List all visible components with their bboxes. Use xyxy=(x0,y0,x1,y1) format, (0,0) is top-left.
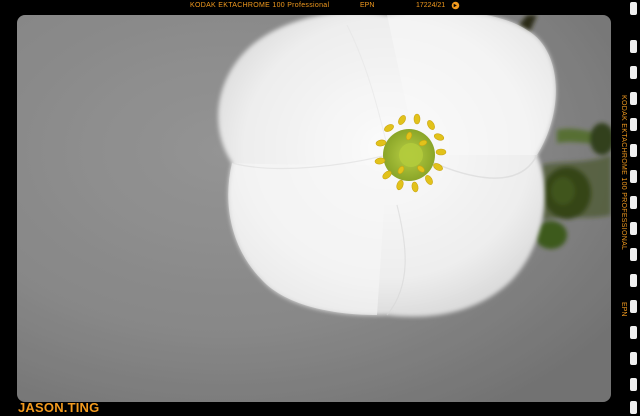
film-code-label: EPN xyxy=(360,2,375,9)
sprocket-hole xyxy=(630,401,637,414)
sprocket-hole xyxy=(630,248,637,261)
side-stock-label: KODAK EKTACHROME 100 PROFESSIONAL xyxy=(620,95,627,251)
sprocket-hole xyxy=(630,352,637,365)
sprocket-hole xyxy=(630,378,637,391)
film-stock-label: KODAK EKTACHROME 100 Professional xyxy=(190,2,330,9)
sprocket-hole xyxy=(630,222,637,235)
sprocket-hole xyxy=(630,274,637,287)
sprocket-hole xyxy=(630,144,637,157)
sprocket-hole xyxy=(630,118,637,131)
sprocket-hole xyxy=(630,300,637,313)
film-frame: KODAK EKTACHROME 100 Professional EPN 17… xyxy=(0,0,640,416)
sprocket-hole xyxy=(630,66,637,79)
sprocket-hole xyxy=(630,170,637,183)
white-flower-image xyxy=(17,15,611,402)
sprocket-hole xyxy=(630,196,637,209)
flower-photo xyxy=(17,15,611,402)
sprocket-hole xyxy=(630,92,637,105)
sprocket-hole xyxy=(630,2,637,15)
side-code-label: EPN xyxy=(620,302,627,317)
film-advance-arrow-icon xyxy=(451,1,460,10)
photographer-signature: JASON.TING xyxy=(18,400,100,415)
sprocket-hole xyxy=(630,40,637,53)
film-frame-number: 17224/21 xyxy=(416,2,446,9)
sprocket-hole xyxy=(630,326,637,339)
